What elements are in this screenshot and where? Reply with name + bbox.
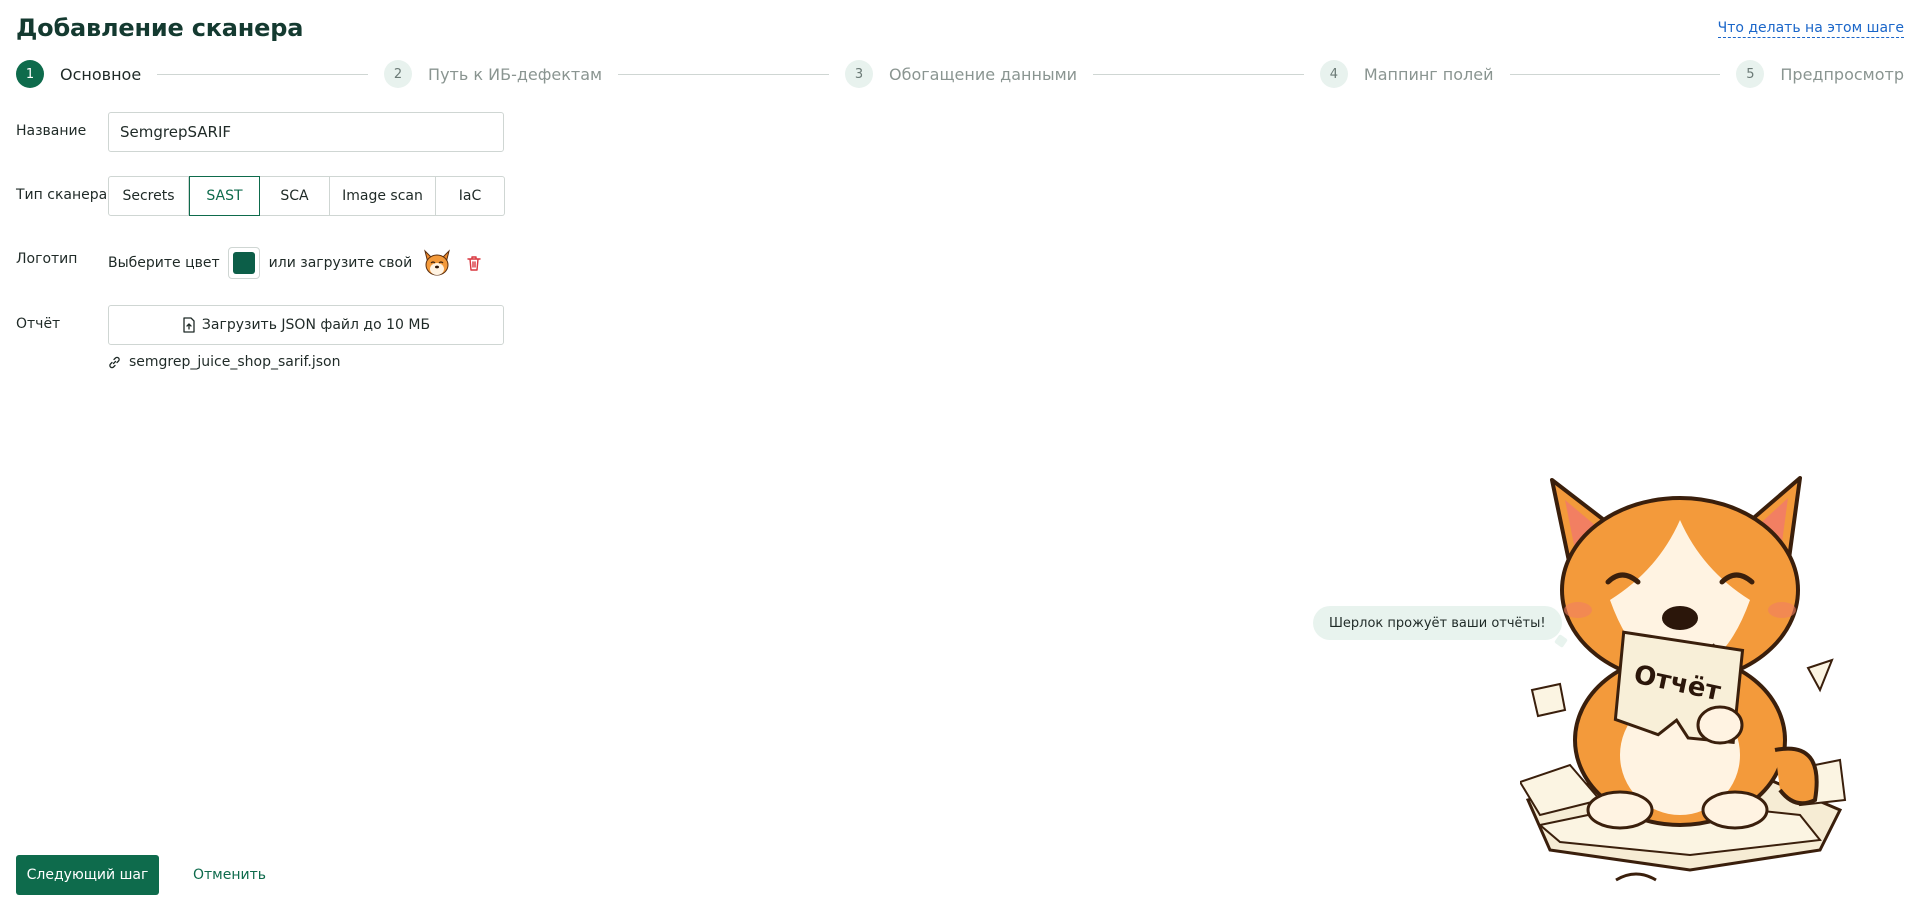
- uploaded-file-link[interactable]: semgrep_juice_shop_sarif.json: [108, 354, 340, 370]
- type-iac-button[interactable]: IaC: [436, 176, 505, 216]
- corgi-mascot-illustration: Отчёт: [1520, 476, 1847, 882]
- scanner-type-label: Тип сканера: [16, 187, 108, 203]
- step-connector: [1093, 73, 1304, 75]
- logo-label: Логотип: [16, 251, 78, 267]
- step-number: 1: [16, 60, 44, 88]
- step-3[interactable]: 3 Обогащение данными: [844, 60, 1078, 88]
- name-input[interactable]: [108, 112, 504, 152]
- type-secrets-button[interactable]: Secrets: [108, 176, 189, 216]
- step-label: Обогащение данными: [888, 64, 1078, 84]
- step-label: Основное: [60, 64, 142, 84]
- upload-button-label: Загрузить JSON файл до 10 МБ: [201, 317, 431, 333]
- step-label: Предпросмотр: [1780, 64, 1905, 84]
- name-label: Название: [16, 123, 87, 139]
- report-label: Отчёт: [16, 316, 61, 332]
- step-1[interactable]: 1 Основное: [16, 60, 141, 88]
- stepper: 1 Основное 2 Путь к ИБ-дефектам 3 Обогащ…: [16, 60, 1904, 88]
- cancel-button[interactable]: Отменить: [177, 855, 282, 895]
- upload-own-text: или загрузите свой: [268, 255, 413, 271]
- step-4[interactable]: 4 Маппинг полей: [1319, 60, 1494, 88]
- step-connector: [157, 73, 369, 75]
- step-number: 2: [384, 60, 413, 88]
- step-5[interactable]: 5 Предпросмотр: [1736, 60, 1904, 88]
- type-image-scan-button[interactable]: Image scan: [330, 176, 436, 216]
- selected-color: [232, 252, 255, 274]
- color-picker[interactable]: [227, 247, 260, 279]
- step-connector: [618, 73, 829, 75]
- step-label: Маппинг полей: [1363, 64, 1494, 84]
- step-number: 5: [1736, 60, 1765, 88]
- link-icon: [109, 356, 120, 368]
- upload-json-button[interactable]: Загрузить JSON файл до 10 МБ: [108, 305, 504, 345]
- corgi-logo-icon[interactable]: [421, 247, 453, 279]
- step-label: Путь к ИБ-дефектам: [428, 64, 603, 84]
- delete-logo-icon[interactable]: [465, 254, 483, 272]
- type-sast-button[interactable]: SAST: [189, 176, 260, 216]
- file-upload-icon: [183, 317, 195, 333]
- step-2[interactable]: 2 Путь к ИБ-дефектам: [384, 60, 602, 88]
- step-number: 4: [1319, 60, 1348, 88]
- choose-color-text: Выберите цвет: [108, 255, 220, 271]
- help-link[interactable]: Что делать на этом шаге: [1717, 20, 1904, 38]
- scanner-type-selector: Secrets SAST SCA Image scan IaC: [108, 176, 505, 216]
- logo-row: Выберите цвет или загрузите свой: [108, 247, 483, 279]
- next-step-button[interactable]: Следующий шаг: [16, 855, 159, 895]
- uploaded-file-name: semgrep_juice_shop_sarif.json: [129, 354, 341, 370]
- step-connector: [1509, 73, 1721, 75]
- type-sca-button[interactable]: SCA: [260, 176, 330, 216]
- page-title: Добавление сканера: [16, 14, 304, 42]
- step-number: 3: [844, 60, 873, 88]
